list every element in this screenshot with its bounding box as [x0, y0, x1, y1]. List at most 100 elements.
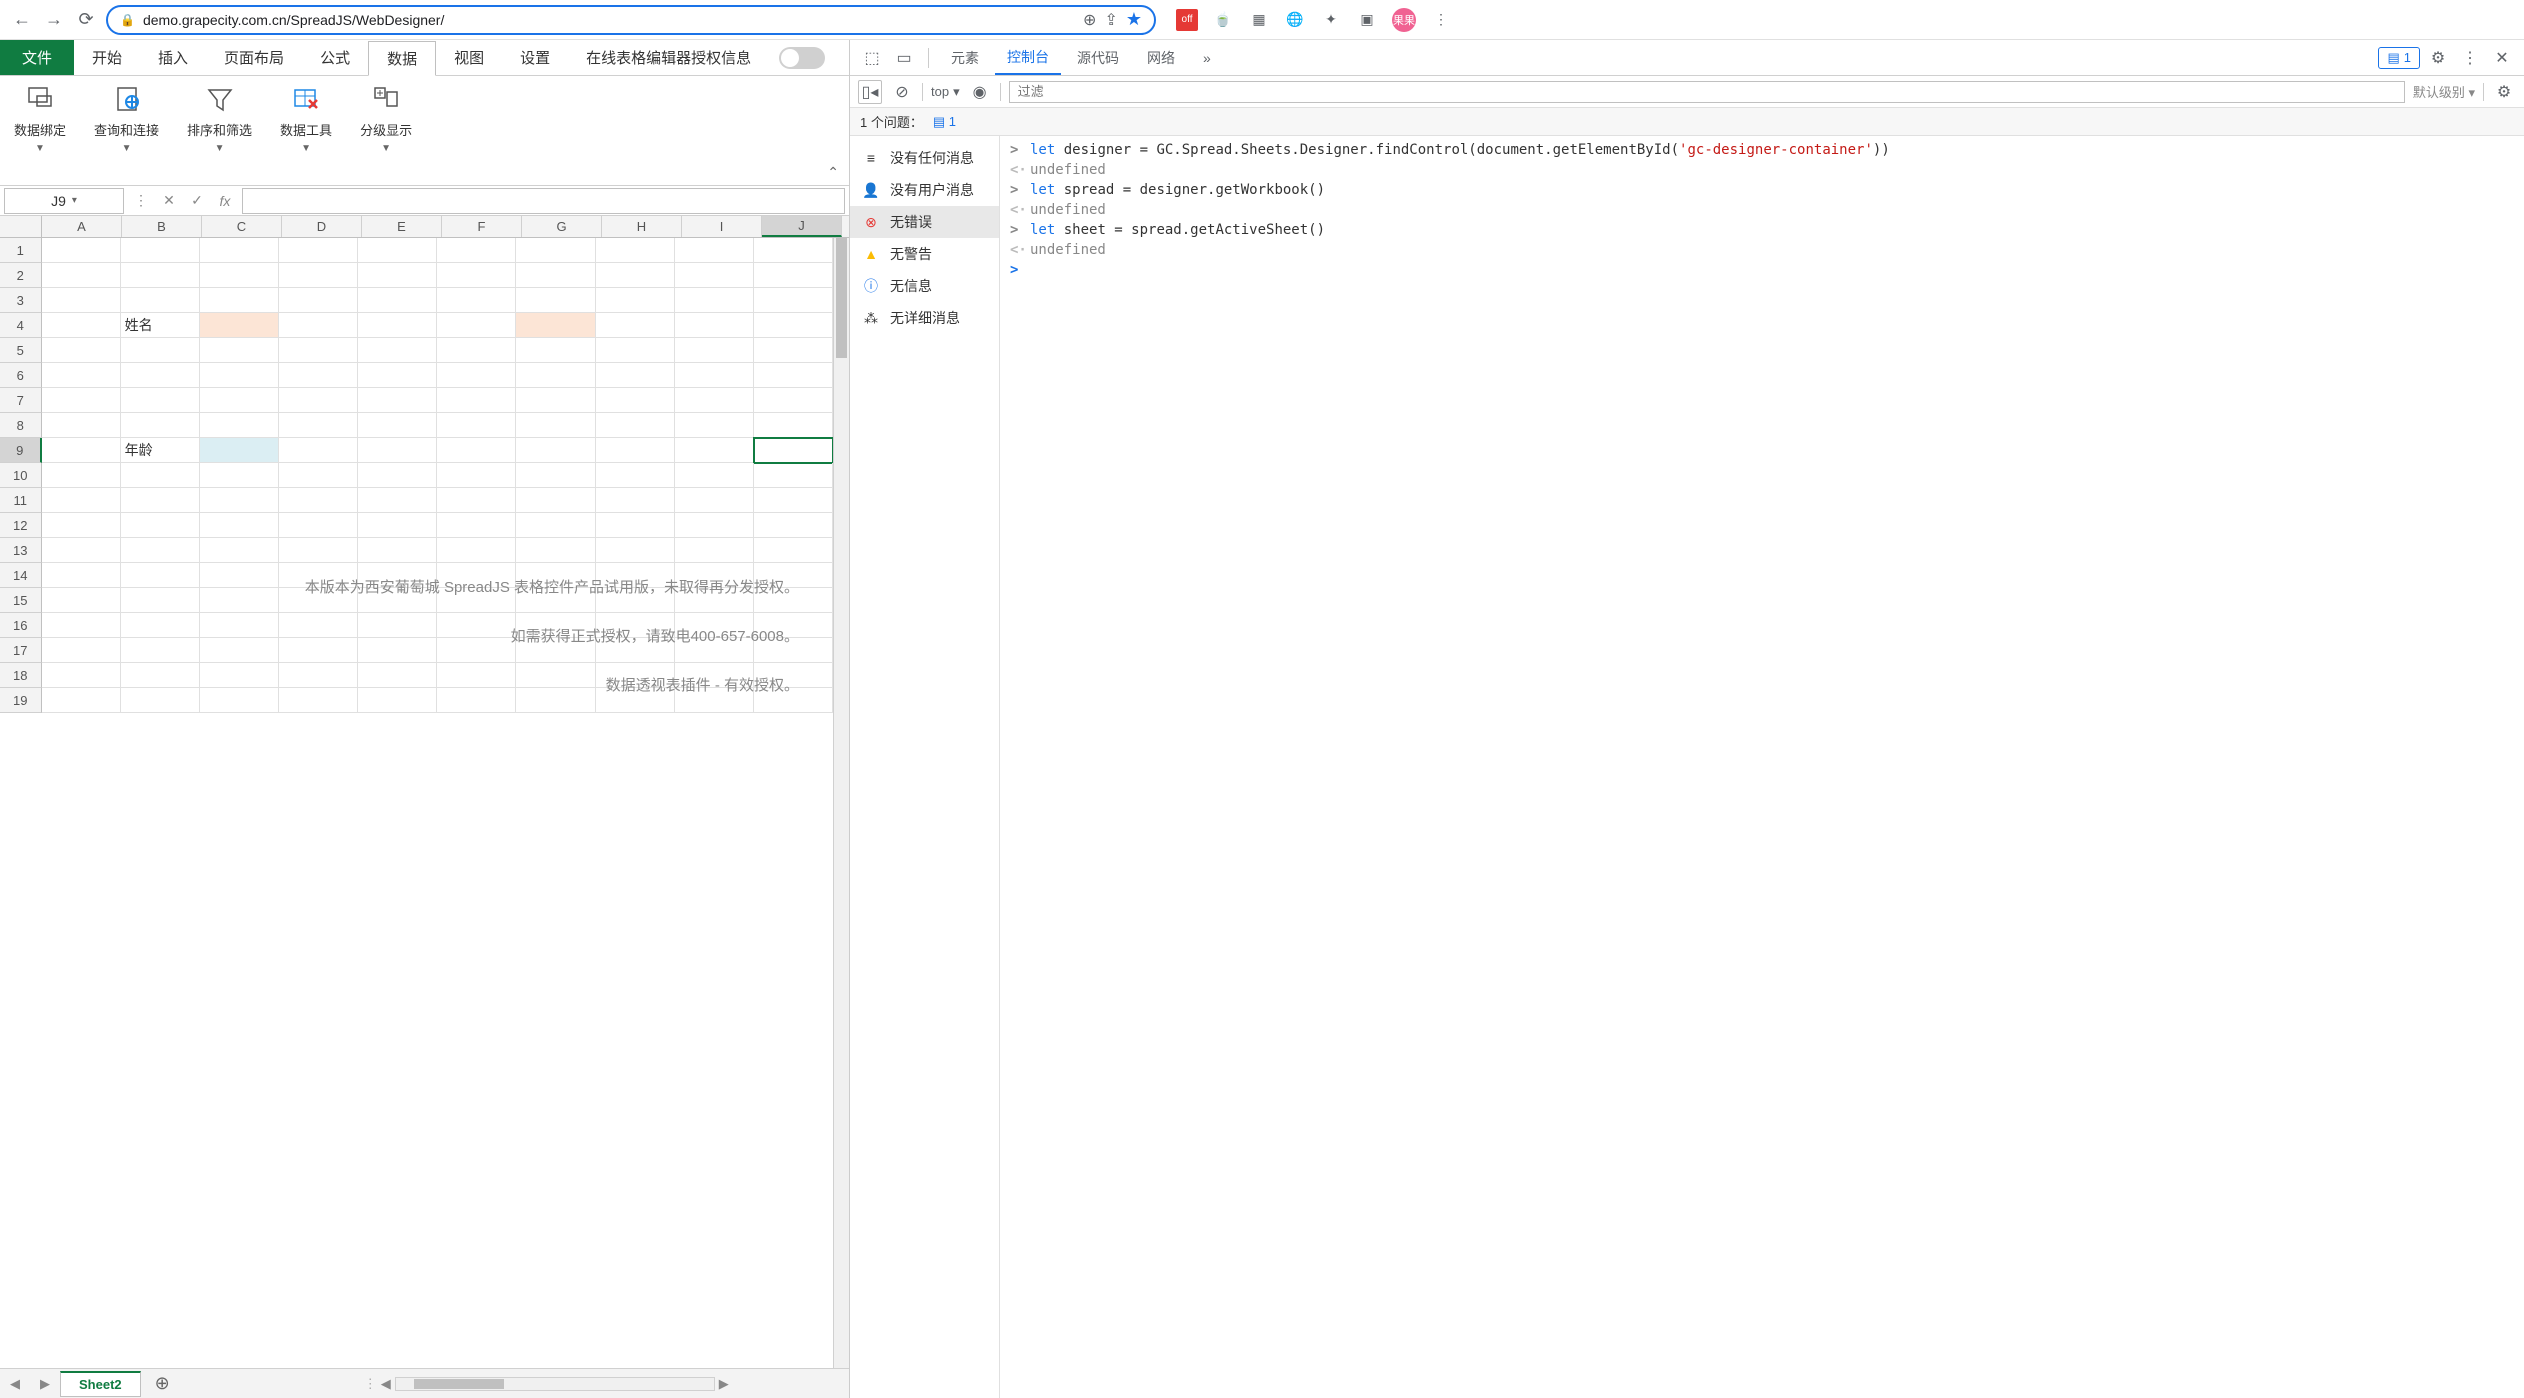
chrome-menu-icon[interactable]: ⋮	[1430, 9, 1452, 31]
cell[interactable]	[358, 238, 437, 263]
settings-gear-icon[interactable]: ⚙	[2424, 44, 2452, 72]
more-button[interactable]: ⋮	[130, 192, 152, 209]
cell[interactable]	[121, 588, 200, 613]
sidebar-no-messages[interactable]: ≡没有任何消息	[850, 142, 999, 174]
cell[interactable]	[596, 263, 675, 288]
cell[interactable]	[437, 463, 516, 488]
cell[interactable]	[42, 563, 121, 588]
close-devtools-icon[interactable]: ✕	[2488, 44, 2516, 72]
splitter-handle[interactable]: ⋮	[364, 1376, 377, 1392]
cell[interactable]	[279, 388, 358, 413]
cell[interactable]	[596, 638, 675, 663]
cell[interactable]	[42, 538, 121, 563]
row-header[interactable]: 4	[0, 313, 42, 338]
cell[interactable]	[279, 563, 358, 588]
cell[interactable]	[121, 463, 200, 488]
bookmark-star-icon[interactable]: ★	[1126, 9, 1142, 30]
cell[interactable]	[516, 513, 595, 538]
cell[interactable]	[437, 413, 516, 438]
confirm-icon[interactable]: ✓	[186, 192, 208, 209]
cell[interactable]	[437, 488, 516, 513]
formula-input[interactable]	[242, 188, 845, 214]
cell[interactable]	[121, 238, 200, 263]
column-header[interactable]: J	[762, 216, 842, 237]
cell[interactable]	[516, 638, 595, 663]
cell[interactable]	[596, 563, 675, 588]
cell[interactable]	[596, 363, 675, 388]
cell[interactable]	[279, 288, 358, 313]
cell[interactable]	[121, 663, 200, 688]
row-header[interactable]: 1	[0, 238, 42, 263]
cell[interactable]	[675, 613, 754, 638]
cell[interactable]	[437, 438, 516, 463]
cell[interactable]	[121, 388, 200, 413]
cell[interactable]	[437, 263, 516, 288]
horizontal-scrollbar[interactable]	[395, 1377, 715, 1391]
sidebar-no-errors[interactable]: ⊗无错误	[850, 206, 999, 238]
row-header[interactable]: 17	[0, 638, 42, 663]
console-settings-icon[interactable]: ⚙	[2492, 80, 2516, 104]
cell[interactable]	[121, 613, 200, 638]
cell[interactable]	[358, 313, 437, 338]
sidebar-no-info[interactable]: ⓘ无信息	[850, 270, 999, 302]
row-header[interactable]: 11	[0, 488, 42, 513]
cell[interactable]	[358, 488, 437, 513]
cell[interactable]	[200, 638, 279, 663]
cell[interactable]	[675, 313, 754, 338]
tab-layout[interactable]: 页面布局	[206, 40, 302, 75]
cell[interactable]	[358, 513, 437, 538]
ext-icon-1[interactable]: off	[1176, 9, 1198, 31]
cell[interactable]	[516, 463, 595, 488]
cell[interactable]	[675, 463, 754, 488]
ext-icon-2[interactable]: 🍵	[1212, 9, 1234, 31]
cell[interactable]	[754, 388, 833, 413]
cell[interactable]	[437, 313, 516, 338]
tab-data[interactable]: 数据	[368, 41, 436, 76]
tab-home[interactable]: 开始	[74, 40, 140, 75]
cell[interactable]	[516, 388, 595, 413]
cell[interactable]	[596, 488, 675, 513]
cell[interactable]	[42, 688, 121, 713]
cell[interactable]	[200, 363, 279, 388]
cell[interactable]	[279, 613, 358, 638]
cell[interactable]	[42, 613, 121, 638]
profile-avatar[interactable]: 果果	[1392, 8, 1416, 32]
cell[interactable]	[675, 563, 754, 588]
cell[interactable]	[358, 463, 437, 488]
cell[interactable]	[42, 413, 121, 438]
cell[interactable]	[200, 338, 279, 363]
name-box[interactable]: J9	[4, 188, 124, 214]
cell[interactable]	[596, 413, 675, 438]
cell[interactable]	[754, 413, 833, 438]
cell[interactable]	[675, 488, 754, 513]
cell[interactable]	[675, 413, 754, 438]
cell[interactable]	[279, 638, 358, 663]
cell[interactable]	[437, 638, 516, 663]
cell[interactable]	[437, 663, 516, 688]
clear-console-button[interactable]: ⊘	[890, 80, 914, 104]
cell[interactable]	[42, 388, 121, 413]
tab-formula[interactable]: 公式	[302, 40, 368, 75]
ribbon-collapse-button[interactable]: ⌃	[827, 164, 839, 181]
dt-tab-elements[interactable]: 元素	[939, 40, 991, 75]
cell[interactable]	[596, 313, 675, 338]
cell[interactable]	[358, 638, 437, 663]
cell[interactable]	[516, 263, 595, 288]
dt-tab-sources[interactable]: 源代码	[1065, 40, 1131, 75]
cell[interactable]	[437, 613, 516, 638]
column-header[interactable]: B	[122, 216, 202, 237]
cell[interactable]	[596, 688, 675, 713]
cell[interactable]	[516, 238, 595, 263]
cell[interactable]	[279, 438, 358, 463]
log-level-selector[interactable]: 默认级别 ▾	[2413, 82, 2475, 101]
cell[interactable]	[279, 663, 358, 688]
cell[interactable]	[516, 413, 595, 438]
cell[interactable]	[516, 363, 595, 388]
cell[interactable]	[121, 563, 200, 588]
cell[interactable]: 姓名	[121, 313, 200, 338]
cell[interactable]	[42, 313, 121, 338]
row-header[interactable]: 6	[0, 363, 42, 388]
cell[interactable]	[200, 288, 279, 313]
cell[interactable]	[42, 588, 121, 613]
add-sheet-button[interactable]: ⊕	[141, 1373, 184, 1394]
